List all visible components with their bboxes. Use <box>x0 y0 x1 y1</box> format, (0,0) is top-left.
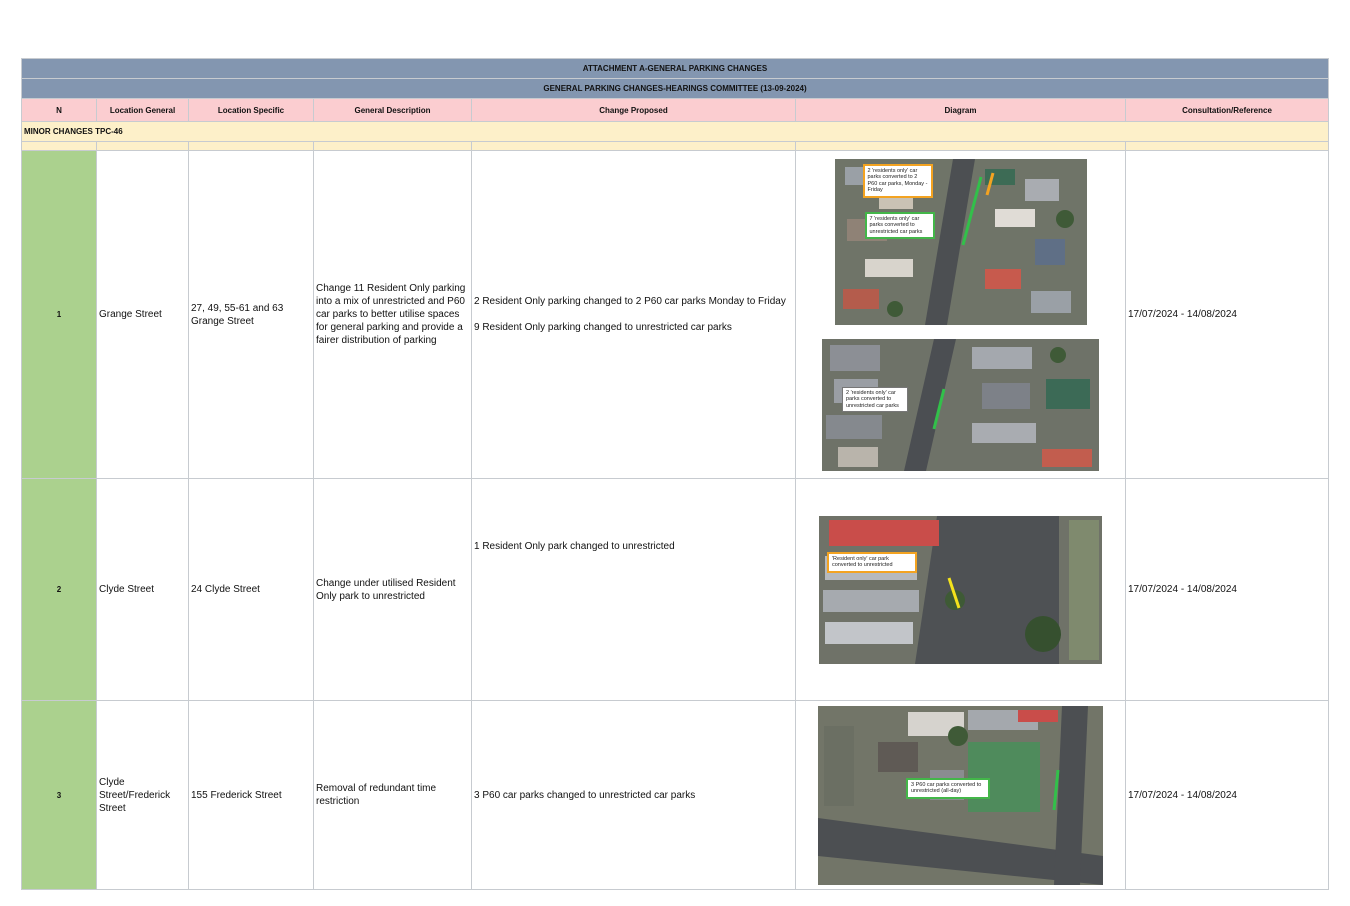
column-header-general-description: General Description <box>313 98 472 122</box>
table-row: 2 Clyde Street 24 Clyde Street Change un… <box>21 478 1330 701</box>
spacer-cell <box>188 141 314 151</box>
general-description: Change 11 Resident Only parking into a m… <box>313 150 472 479</box>
table-row: 1 Grange Street 27, 49, 55-61 and 63 Gra… <box>21 150 1330 479</box>
change-line: 1 Resident Only park changed to unrestri… <box>474 541 675 552</box>
spacer-cell <box>795 141 1126 151</box>
column-header-consultation: Consultation/Reference <box>1124 98 1330 122</box>
spacer-cell <box>471 141 796 151</box>
consultation-dates: 17/07/2024 - 14/08/2024 <box>1124 700 1330 890</box>
table-row: 3 Clyde Street/Frederick Street 155 Fred… <box>21 700 1330 890</box>
change-line: 9 Resident Only parking changed to unres… <box>474 322 732 333</box>
location-specific: 155 Frederick Street <box>188 700 314 890</box>
change-proposed: 2 Resident Only parking changed to 2 P60… <box>471 150 796 479</box>
change-proposed: 3 P60 car parks changed to unrestricted … <box>471 700 796 890</box>
row-number: 2 <box>21 478 97 701</box>
diagram-note: 3 P60 car parks converted to unrestricte… <box>906 777 990 799</box>
spacer-cell <box>21 141 97 151</box>
row-number: 3 <box>21 700 97 890</box>
general-description: Change under utilised Resident Only park… <box>313 478 472 701</box>
aerial-map-image: 3 P60 car parks converted to unrestricte… <box>818 705 1103 885</box>
aerial-map-image: 2 'residents only' car parks converted t… <box>834 158 1087 325</box>
page-title: ATTACHMENT A-GENERAL PARKING CHANGES <box>20 58 1330 79</box>
location-specific: 27, 49, 55-61 and 63 Grange Street <box>188 150 314 479</box>
spacer-cell <box>1124 141 1330 151</box>
change-line: 3 P60 car parks changed to unrestricted … <box>474 789 696 801</box>
page-subtitle: GENERAL PARKING CHANGES-HEARINGS COMMITT… <box>20 78 1330 99</box>
change-line: 2 Resident Only parking changed to 2 P60… <box>474 296 786 307</box>
diagram-cell: 3 P60 car parks converted to unrestricte… <box>795 700 1126 890</box>
column-header-location-general: Location General <box>96 98 189 122</box>
change-proposed: 1 Resident Only park changed to unrestri… <box>471 478 796 701</box>
diagram-cell: 'Resident only' car park converted to un… <box>795 478 1126 701</box>
diagram-note: 2 'residents only' car parks converted t… <box>862 163 933 198</box>
parking-changes-table: ATTACHMENT A-GENERAL PARKING CHANGES GEN… <box>20 58 1330 890</box>
consultation-dates: 17/07/2024 - 14/08/2024 <box>1124 478 1330 701</box>
diagram-note: 'Resident only' car park converted to un… <box>827 551 917 573</box>
spacer-cell <box>313 141 472 151</box>
column-header-n: N <box>21 98 97 122</box>
diagram-cell: 2 'residents only' car parks converted t… <box>795 150 1126 479</box>
section-heading: MINOR CHANGES TPC-46 <box>20 121 1330 142</box>
location-general: Clyde Street <box>96 478 189 701</box>
general-description: Removal of redundant time restriction <box>313 700 472 890</box>
location-specific: 24 Clyde Street <box>188 478 314 701</box>
spacer-cell <box>96 141 189 151</box>
diagram-note: 2 'residents only' car parks converted t… <box>842 386 908 412</box>
row-number: 1 <box>21 150 97 479</box>
aerial-map-image: 2 'residents only' car parks converted t… <box>822 338 1099 471</box>
location-general: Clyde Street/Frederick Street <box>96 700 189 890</box>
consultation-dates: 17/07/2024 - 14/08/2024 <box>1124 150 1330 479</box>
column-header-change-proposed: Change Proposed <box>471 98 796 122</box>
diagram-note: 7 'residents only' car parks converted t… <box>864 211 935 239</box>
location-general: Grange Street <box>96 150 189 479</box>
column-header-location-specific: Location Specific <box>188 98 314 122</box>
column-header-diagram: Diagram <box>795 98 1126 122</box>
aerial-map-image: 'Resident only' car park converted to un… <box>819 515 1102 664</box>
